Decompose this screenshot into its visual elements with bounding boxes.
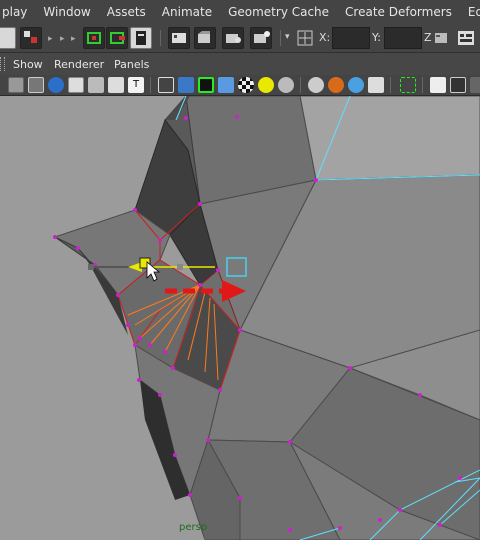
camera-label: persp bbox=[179, 522, 208, 533]
manipulator-scale-handle[interactable] bbox=[177, 264, 183, 270]
mouse-cursor-icon bbox=[146, 261, 161, 282]
manipulator-plane-handle[interactable] bbox=[226, 257, 247, 277]
manipulator-handle[interactable] bbox=[88, 264, 94, 270]
drag-direction-arrow-icon bbox=[165, 280, 246, 302]
move-manipulator[interactable] bbox=[0, 0, 480, 540]
